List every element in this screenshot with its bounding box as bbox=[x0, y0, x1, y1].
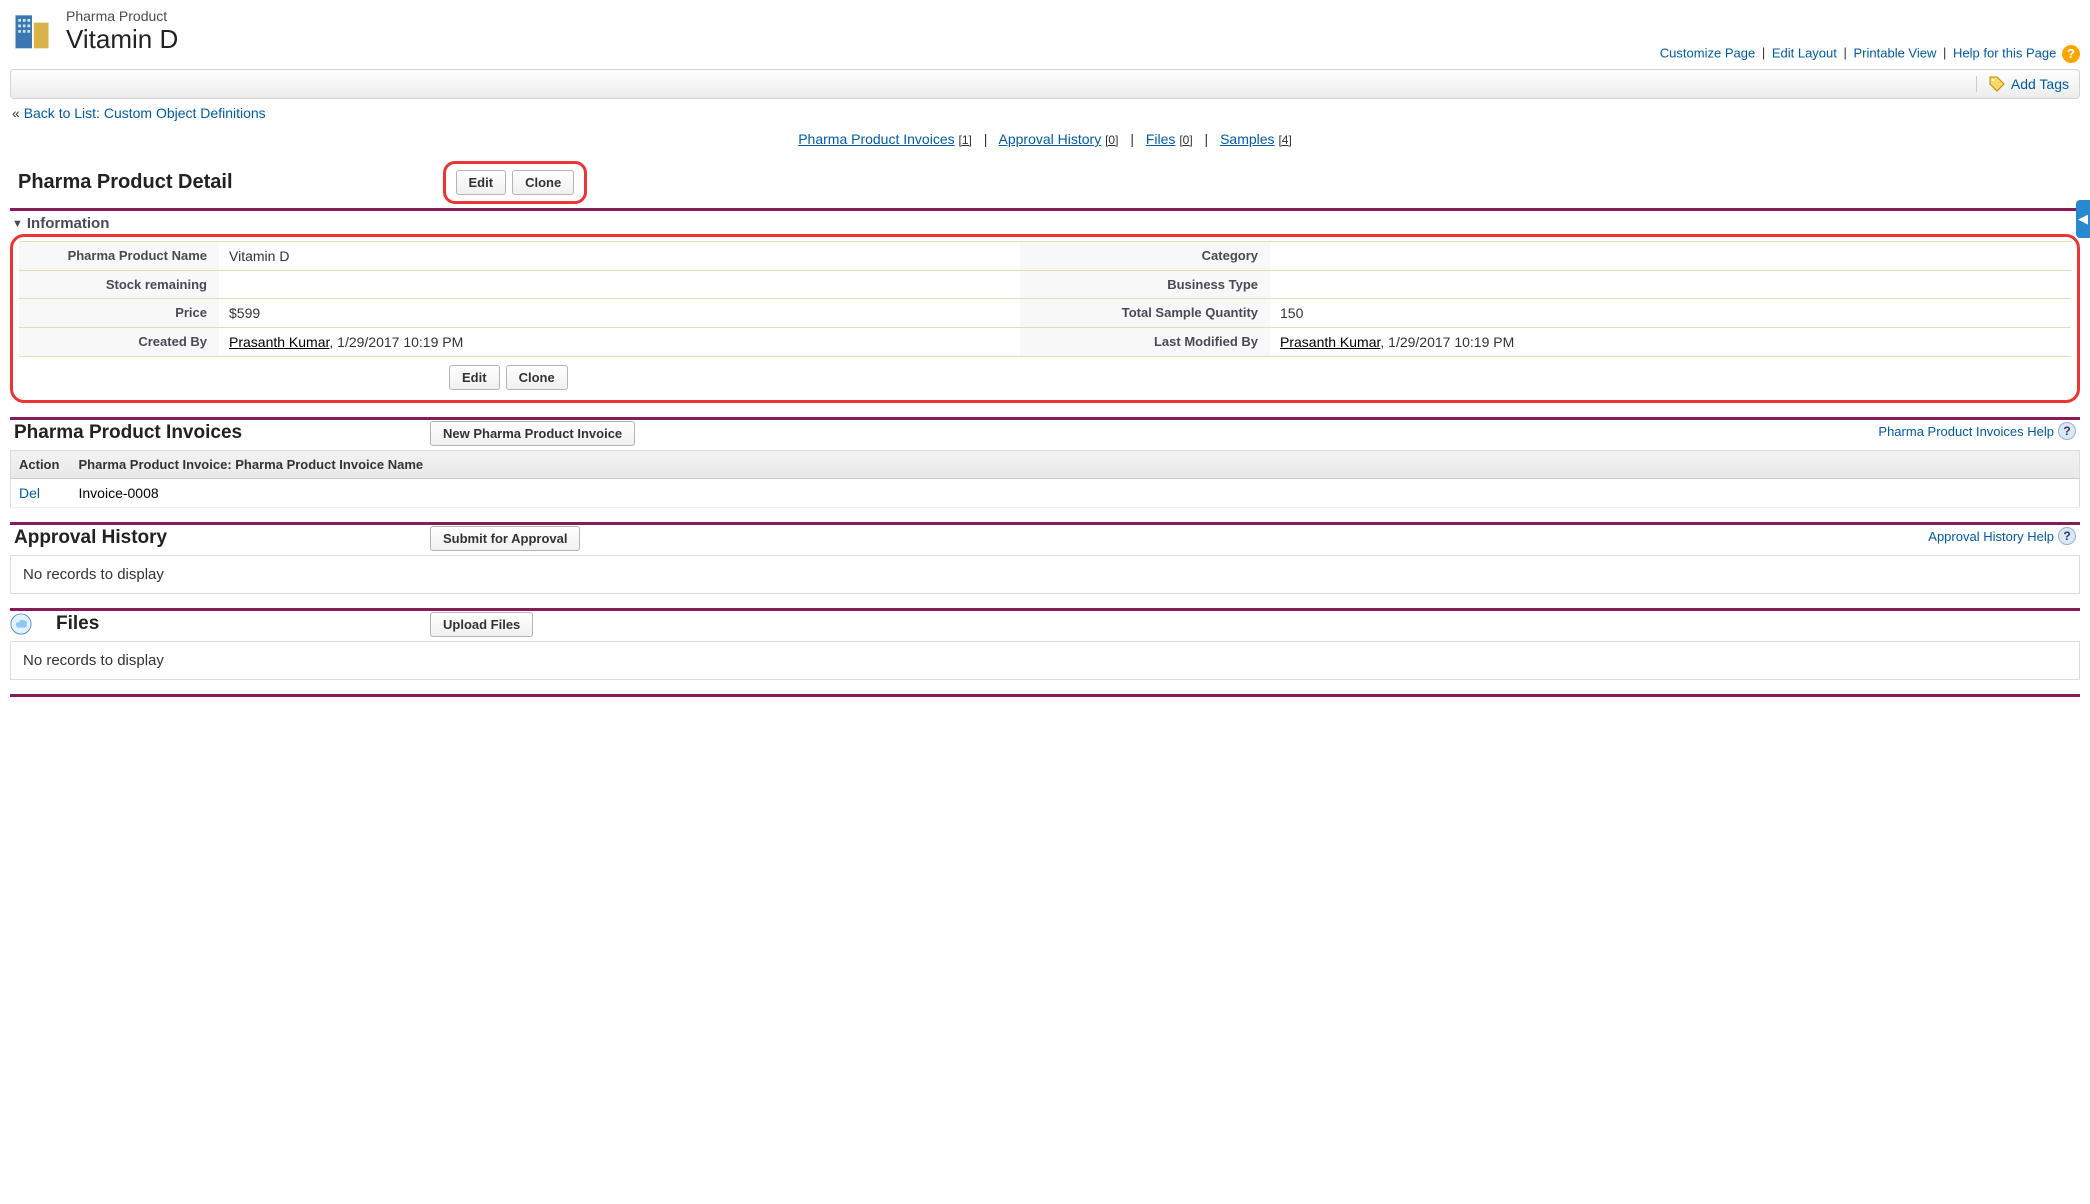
modified-by-date: , 1/29/2017 10:19 PM bbox=[1380, 334, 1514, 350]
information-field-grid: Pharma Product Name Vitamin D Category S… bbox=[19, 241, 2071, 357]
invoices-table: Action Pharma Product Invoice: Pharma Pr… bbox=[10, 450, 2080, 508]
back-link-row: « Back to List: Custom Object Definition… bbox=[12, 105, 2080, 121]
field-value-category bbox=[1270, 242, 2071, 271]
modified-by-user-link[interactable]: Prasanth Kumar bbox=[1280, 334, 1380, 350]
detail-title: Pharma Product Detail bbox=[18, 171, 233, 194]
approval-title: Approval History bbox=[14, 527, 167, 549]
edit-button[interactable]: Edit bbox=[456, 170, 507, 195]
help-question-icon: ? bbox=[2058, 527, 2076, 545]
upload-files-button[interactable]: Upload Files bbox=[430, 612, 533, 637]
field-value-btype bbox=[1270, 271, 2071, 299]
related-samples-count: [4] bbox=[1278, 133, 1291, 147]
related-invoices-count: [1] bbox=[959, 133, 972, 147]
add-tags-button[interactable]: Add Tags bbox=[1976, 76, 2069, 92]
edit-button-bottom[interactable]: Edit bbox=[449, 365, 500, 390]
invoice-name-link[interactable]: Invoice-0008 bbox=[79, 485, 159, 501]
related-invoices-link[interactable]: Pharma Product Invoices bbox=[798, 131, 954, 147]
files-section-header: Files Upload Files bbox=[10, 611, 2080, 641]
related-approval-link[interactable]: Approval History bbox=[999, 131, 1102, 147]
field-value-created: Prasanth Kumar, 1/29/2017 10:19 PM bbox=[219, 328, 1020, 357]
clone-button-bottom[interactable]: Clone bbox=[506, 365, 568, 390]
field-value-name: Vitamin D bbox=[219, 242, 1020, 271]
submit-approval-button[interactable]: Submit for Approval bbox=[430, 526, 580, 551]
field-label-name: Pharma Product Name bbox=[19, 242, 219, 271]
approval-help[interactable]: Approval History Help ? bbox=[1928, 527, 2076, 545]
side-expand-tab[interactable]: ◀ bbox=[2076, 200, 2090, 238]
chevron-left-icon: ◀ bbox=[2078, 211, 2088, 227]
building-icon bbox=[10, 8, 54, 52]
help-page-link[interactable]: Help for this Page bbox=[1953, 45, 2056, 60]
detail-actions-highlight: Edit Clone bbox=[443, 161, 588, 204]
invoices-help[interactable]: Pharma Product Invoices Help ? bbox=[1878, 422, 2076, 440]
object-type-label: Pharma Product bbox=[66, 8, 178, 24]
field-value-modified: Prasanth Kumar, 1/29/2017 10:19 PM bbox=[1270, 328, 2071, 357]
field-label-category: Category bbox=[1020, 242, 1270, 271]
record-title: Vitamin D bbox=[66, 24, 178, 55]
created-by-user-link[interactable]: Prasanth Kumar bbox=[229, 334, 329, 350]
record-toolbar: Add Tags bbox=[10, 69, 2080, 99]
table-row: Del Invoice-0008 bbox=[11, 479, 2080, 508]
related-approval-count: [0] bbox=[1105, 133, 1118, 147]
add-tags-label: Add Tags bbox=[2011, 76, 2069, 92]
field-label-sample: Total Sample Quantity bbox=[1020, 299, 1270, 328]
related-samples-link[interactable]: Samples bbox=[1220, 131, 1274, 147]
help-question-icon: ? bbox=[2058, 422, 2076, 440]
invoices-col-action: Action bbox=[11, 451, 71, 479]
related-files-count: [0] bbox=[1179, 133, 1192, 147]
page-utility-links: Customize Page | Edit Layout | Printable… bbox=[10, 45, 2080, 63]
field-label-created: Created By bbox=[19, 328, 219, 357]
files-icon bbox=[10, 613, 32, 635]
section-divider bbox=[10, 694, 2080, 697]
files-section: Files Upload Files No records to display bbox=[10, 608, 2080, 680]
created-by-date: , 1/29/2017 10:19 PM bbox=[329, 334, 463, 350]
invoices-title: Pharma Product Invoices bbox=[14, 422, 242, 444]
field-label-modified: Last Modified By bbox=[1020, 328, 1270, 357]
invoices-section-header: Pharma Product Invoices New Pharma Produ… bbox=[10, 420, 2080, 450]
customize-page-link[interactable]: Customize Page bbox=[1660, 45, 1755, 60]
tag-icon bbox=[1989, 76, 2005, 92]
detail-bottom-actions: Edit Clone bbox=[449, 357, 2071, 390]
field-label-price: Price bbox=[19, 299, 219, 328]
related-list-links: Pharma Product Invoices [1] | Approval H… bbox=[10, 131, 2080, 147]
invoices-col-name: Pharma Product Invoice: Pharma Product I… bbox=[71, 451, 2080, 479]
printable-view-link[interactable]: Printable View bbox=[1854, 45, 1937, 60]
field-label-btype: Business Type bbox=[1020, 271, 1270, 299]
field-value-sample: 150 bbox=[1270, 299, 2071, 328]
new-invoice-button[interactable]: New Pharma Product Invoice bbox=[430, 421, 635, 446]
help-icon[interactable]: ? bbox=[2062, 45, 2080, 63]
back-to-list-link[interactable]: Back to List: Custom Object Definitions bbox=[24, 105, 266, 121]
approval-section-header: Approval History Submit for Approval App… bbox=[10, 525, 2080, 555]
detail-header: Pharma Product Detail Edit Clone bbox=[10, 161, 2080, 204]
invoices-section: Pharma Product Invoices New Pharma Produ… bbox=[10, 417, 2080, 508]
bottom-divider bbox=[10, 694, 2080, 697]
edit-layout-link[interactable]: Edit Layout bbox=[1772, 45, 1837, 60]
files-title: Files bbox=[56, 613, 99, 635]
collapse-arrow-icon: ▼ bbox=[12, 218, 23, 230]
approval-section: Approval History Submit for Approval App… bbox=[10, 522, 2080, 594]
files-empty: No records to display bbox=[10, 641, 2080, 680]
back-prefix: « bbox=[12, 105, 24, 121]
related-files-link[interactable]: Files bbox=[1146, 131, 1176, 147]
field-value-stock bbox=[219, 271, 1020, 299]
field-label-stock: Stock remaining bbox=[19, 271, 219, 299]
clone-button[interactable]: Clone bbox=[512, 170, 574, 195]
information-highlight-box: Pharma Product Name Vitamin D Category S… bbox=[10, 234, 2080, 403]
field-value-price: $599 bbox=[219, 299, 1020, 328]
invoices-help-label: Pharma Product Invoices Help bbox=[1878, 424, 2054, 439]
approval-empty: No records to display bbox=[10, 555, 2080, 594]
information-section-title: Information bbox=[27, 215, 110, 232]
information-section-header[interactable]: ▼ Information bbox=[10, 211, 2080, 236]
approval-help-label: Approval History Help bbox=[1928, 529, 2054, 544]
invoice-delete-link[interactable]: Del bbox=[19, 485, 40, 501]
